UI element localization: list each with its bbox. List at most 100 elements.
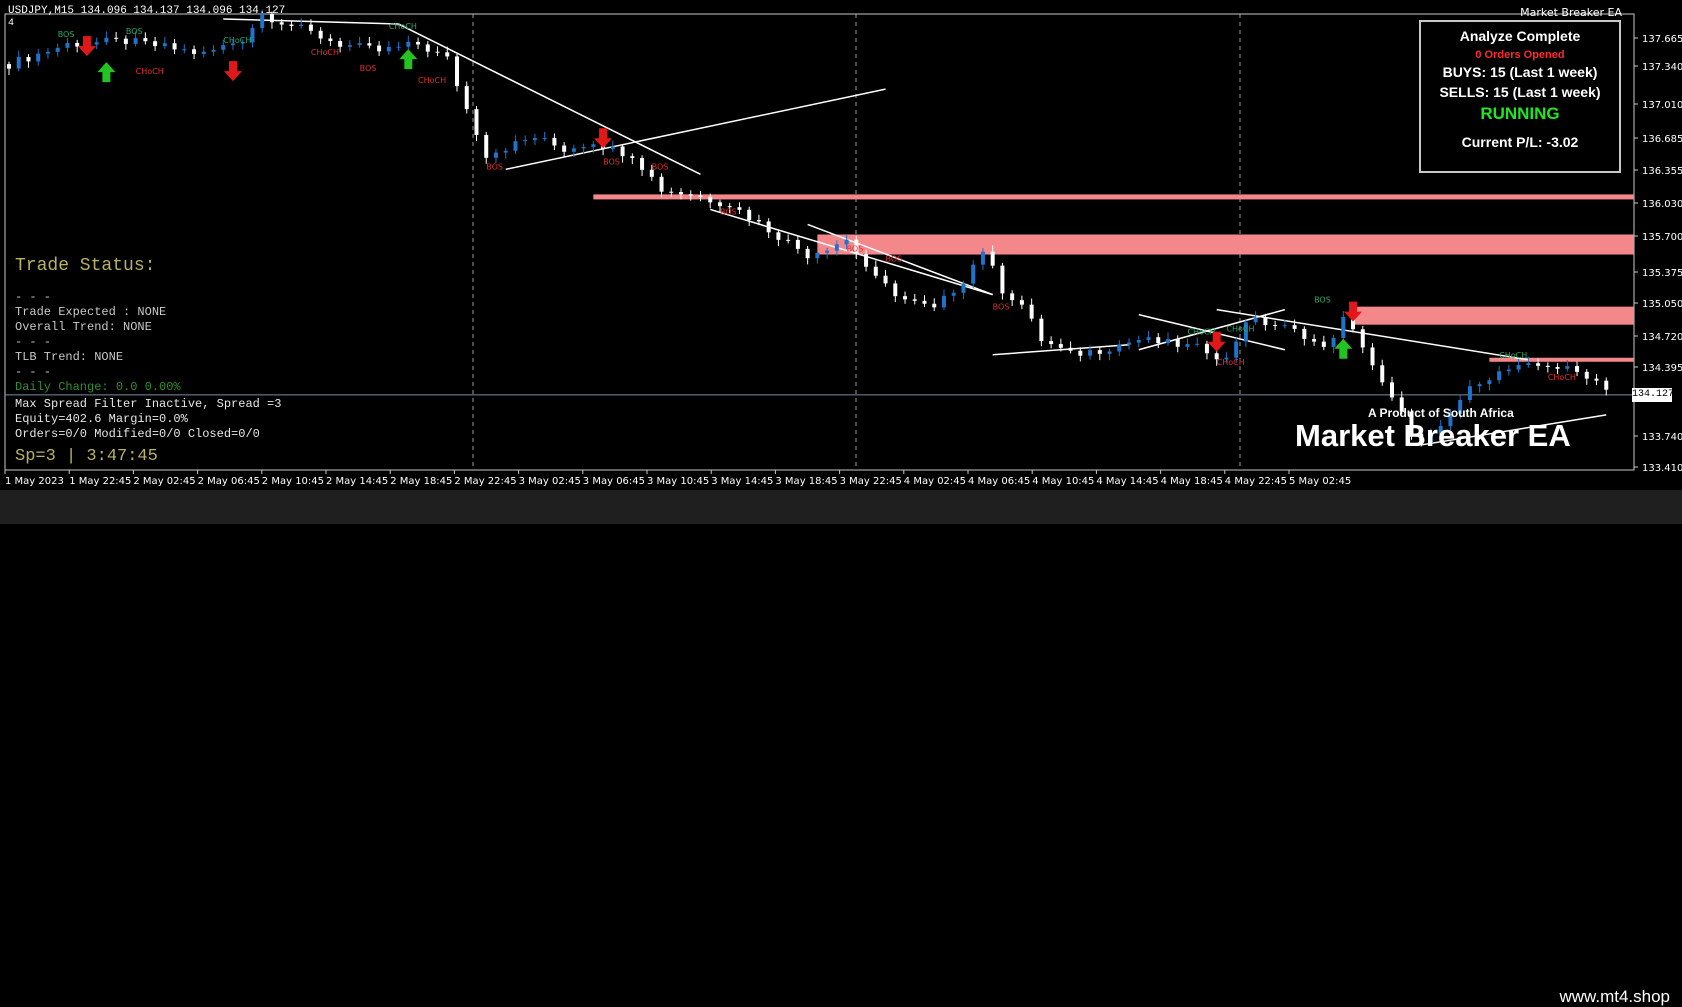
symbol-title: USDJPY,M15 134.096 134.137 134.096 134.1… xyxy=(8,5,286,17)
x-tick-label: 2 May 22:45 xyxy=(454,476,516,487)
candle-body xyxy=(386,46,391,52)
candle-body xyxy=(1497,371,1502,381)
sells-count: SELLS: 15 (Last 1 week) xyxy=(1439,84,1601,100)
candle-body xyxy=(1195,343,1200,345)
daily-change: Daily Change: 0.0 0.00% xyxy=(15,380,181,394)
candle-body xyxy=(45,51,50,54)
candle-body xyxy=(328,38,333,42)
candle-body xyxy=(1487,380,1492,385)
candle-body xyxy=(1078,350,1083,356)
y-tick-label: 136.030 xyxy=(1642,199,1682,210)
candle-body xyxy=(1370,347,1375,366)
y-tick-label: 137.340 xyxy=(1642,62,1682,73)
structure-label: BOS xyxy=(1314,296,1331,305)
candle-body xyxy=(279,22,284,25)
spread-timer: Sp=3 | 3:47:45 xyxy=(15,447,158,466)
candle-body xyxy=(1127,342,1132,345)
structure-label: CHoCH xyxy=(1499,351,1527,360)
buy-arrow-icon xyxy=(97,62,116,83)
candle-body xyxy=(873,266,878,276)
candle-body xyxy=(1341,316,1346,338)
candle-body xyxy=(1360,329,1365,348)
candle-body xyxy=(1604,380,1609,390)
candle-body xyxy=(416,41,421,45)
candle-body xyxy=(1506,369,1511,372)
candle-body xyxy=(1204,343,1209,354)
x-tick-label: 1 May 2023 xyxy=(5,476,64,487)
candle-body xyxy=(94,42,99,45)
x-tick-label: 1 May 22:45 xyxy=(69,476,131,487)
structure-label: CHoCH xyxy=(223,36,251,45)
candle-body xyxy=(562,145,567,152)
trade-expected: Trade Expected : NONE xyxy=(15,305,167,319)
candle-body xyxy=(552,137,557,146)
brand-title: Market Breaker EA xyxy=(1295,418,1571,453)
structure-label: CHoCH xyxy=(1217,358,1245,367)
candle-body xyxy=(1097,350,1102,354)
candle-body xyxy=(542,137,547,139)
candle-body xyxy=(620,146,625,157)
candle-body xyxy=(308,24,313,31)
candle-body xyxy=(961,283,966,293)
structure-label: BOS xyxy=(126,27,143,36)
candle-body xyxy=(1263,317,1268,326)
structure-label: BOS xyxy=(603,157,620,166)
y-tick-label: 137.665 xyxy=(1642,34,1682,45)
candle-body xyxy=(941,295,946,308)
structure-label: CHoCH xyxy=(311,48,339,57)
candle-body xyxy=(153,41,158,47)
candle-body xyxy=(347,45,352,47)
candle-body xyxy=(211,49,216,52)
candle-body xyxy=(396,46,401,48)
candle-body xyxy=(883,275,888,284)
candle-body xyxy=(172,43,177,50)
y-tick-label: 133.740 xyxy=(1642,432,1682,443)
candle-body xyxy=(1088,350,1093,356)
candle-body xyxy=(104,37,109,43)
structure-label: CHoCH xyxy=(389,22,417,31)
candle-body xyxy=(1565,366,1570,369)
x-tick-label: 3 May 22:45 xyxy=(840,476,902,487)
candle-body xyxy=(36,53,41,62)
candle-body xyxy=(1068,347,1073,351)
candle-body xyxy=(406,41,411,47)
site-url[interactable]: www.mt4.shop xyxy=(1559,987,1670,1007)
candle-body xyxy=(1282,325,1287,327)
candle-body xyxy=(776,232,781,240)
candle-body xyxy=(435,51,440,53)
spread-filter: Max Spread Filter Inactive, Spread =3 xyxy=(15,397,282,411)
candle-body xyxy=(1555,367,1560,369)
candle-body xyxy=(786,239,791,241)
candle-body xyxy=(571,148,576,152)
chart-window[interactable]: BOS BOS CHoCH CHoCH CHoCH BOS CHoCH CHoCH BOS BOS… xyxy=(0,0,1682,490)
candle-body xyxy=(581,146,586,149)
candle-body xyxy=(815,252,820,259)
candle-body xyxy=(1156,337,1161,344)
candle-body xyxy=(1136,340,1141,343)
current-price-tag: 134.127 xyxy=(1632,388,1675,402)
buys-count: BUYS: 15 (Last 1 week) xyxy=(1442,64,1598,80)
candle-body xyxy=(1380,365,1385,383)
y-tick-label: 134.395 xyxy=(1642,363,1682,374)
candle-body xyxy=(1312,339,1317,342)
candle-body xyxy=(338,41,343,47)
structure-label: BOS xyxy=(652,162,669,171)
footer-bar: www.mt4.shop xyxy=(0,490,1682,1006)
candle-body xyxy=(766,221,771,233)
candle-body xyxy=(513,141,518,151)
candle-body xyxy=(26,56,31,62)
ea-name-header: Market Breaker EA xyxy=(1520,6,1622,19)
candle-body xyxy=(717,202,722,207)
candle-body xyxy=(1029,304,1034,319)
candle-body xyxy=(834,244,839,251)
candle-body xyxy=(1526,363,1531,365)
candle-body xyxy=(1253,317,1258,323)
trade-status-heading: Trade Status: xyxy=(15,256,156,276)
y-tick-label: 135.050 xyxy=(1642,299,1682,310)
candle-body xyxy=(1331,337,1336,347)
candle-body xyxy=(65,42,70,48)
structure-label: BOS xyxy=(58,30,75,39)
candle-body xyxy=(455,56,460,87)
candle-body xyxy=(523,140,528,142)
x-tick-label: 4 May 10:45 xyxy=(1032,476,1094,487)
